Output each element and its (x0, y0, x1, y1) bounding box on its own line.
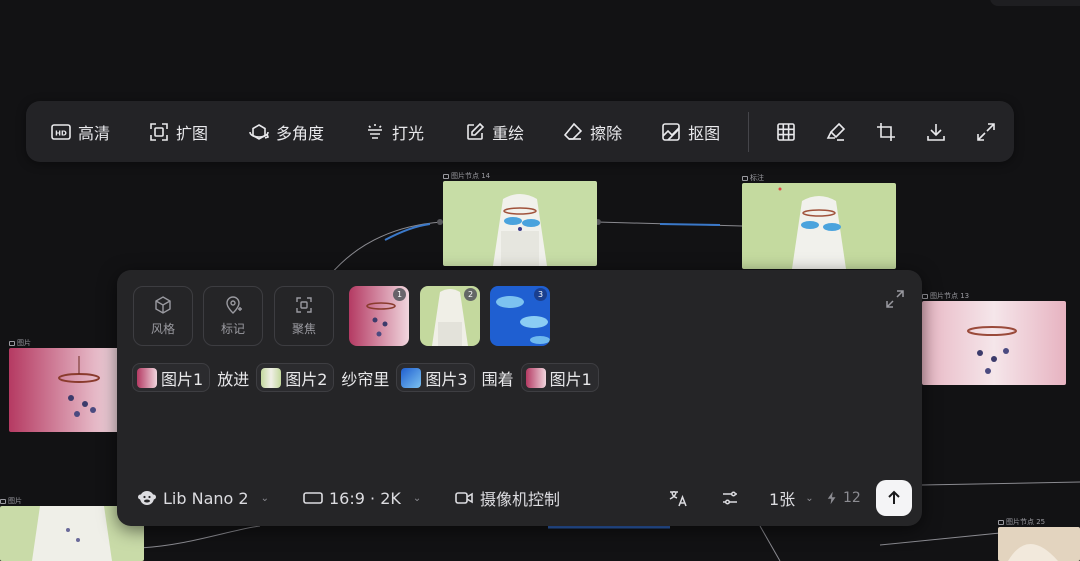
settings-sliders-button[interactable] (720, 480, 740, 516)
reference-image-2[interactable]: 2 (420, 286, 480, 346)
prompt-chip-image1[interactable]: 图片1 (132, 363, 211, 392)
hd-button[interactable]: HD 高清 (50, 112, 110, 152)
fullscreen-button[interactable] (973, 119, 999, 145)
translate-icon (669, 491, 687, 507)
grid-icon (777, 122, 795, 141)
prompt-text: 围着 (481, 369, 514, 389)
chip-thumbnail (401, 367, 422, 388)
node-label-center: 图片节点 14 (443, 171, 490, 181)
aspect-ratio-icon (303, 492, 323, 504)
cutout-button[interactable]: 抠图 (660, 112, 720, 152)
image-icon (443, 173, 449, 179)
expand-frame-icon (150, 122, 168, 141)
image-node-center[interactable] (443, 181, 597, 266)
toolbar-divider (748, 111, 750, 152)
ratio-resolution-selector[interactable]: 16:9 · 2K ⌄ (303, 480, 421, 516)
image-node-right-mid[interactable] (922, 301, 1066, 385)
svg-text:HD: HD (55, 129, 67, 137)
multi-angle-button[interactable]: 多角度 (248, 112, 324, 152)
light-icon (368, 123, 383, 139)
download-icon (927, 123, 945, 141)
crop-button[interactable] (873, 119, 899, 145)
focus-icon (296, 297, 312, 313)
image-icon (9, 340, 15, 346)
camera-icon (455, 492, 473, 504)
credits-cost: 12 (825, 480, 861, 516)
image-icon (922, 293, 928, 299)
outpaint-button[interactable]: 扩图 (148, 112, 208, 152)
sliders-icon (723, 491, 737, 505)
crop-icon (877, 122, 896, 141)
image-node-right[interactable] (742, 183, 896, 269)
image-icon (0, 498, 6, 504)
chip-thumbnail (137, 367, 157, 388)
grid-button[interactable] (773, 119, 799, 145)
download-button[interactable] (923, 119, 949, 145)
node-label-left: 图片 (9, 338, 31, 348)
erase-button[interactable]: 擦除 (562, 112, 622, 152)
top-right-control[interactable] (990, 0, 1080, 6)
cutout-icon (662, 122, 680, 141)
image-toolbar: HD 高清 扩图 多角度 打光 重绘 擦除 抠图 (26, 101, 1014, 162)
chip-thumbnail (261, 367, 282, 388)
node-label-right: 标注 (742, 173, 764, 183)
send-button[interactable] (876, 480, 912, 516)
prompt-chip-image3[interactable]: 图片3 (396, 363, 475, 392)
focus-tool-button[interactable]: 聚焦 (274, 286, 334, 346)
fullscreen-icon (977, 122, 995, 141)
image-node-bottom-right[interactable] (998, 527, 1080, 561)
mark-tool-button[interactable]: 标记 (203, 286, 263, 346)
prompt-panel: 风格 标记 聚焦 1 2 3 图片1 放进 图片2 纱帘里 图片3 围着 图片1… (117, 270, 922, 526)
style-tool-button[interactable]: 风格 (133, 286, 193, 346)
edit-icon (467, 122, 485, 140)
chevron-down-icon: ⌄ (260, 492, 269, 504)
camera-control-button[interactable]: 摄像机控制 (454, 480, 560, 516)
image-count-selector[interactable]: 1张 ⌄ (769, 480, 814, 516)
cube-icon (155, 296, 171, 314)
prompt-text: 纱帘里 (341, 369, 390, 389)
rotate-3d-icon (249, 123, 270, 140)
chip-thumbnail (525, 367, 546, 388)
prompt-text: 放进 (217, 369, 250, 389)
repaint-button[interactable]: 重绘 (464, 112, 524, 152)
expand-panel-icon[interactable] (884, 288, 906, 310)
node-label-bottom-right: 图片节点 25 (998, 517, 1045, 527)
prompt-chip-image1-repeat[interactable]: 图片1 (520, 363, 599, 392)
hd-icon: HD (51, 123, 71, 140)
brush-icon (826, 122, 846, 141)
node-label-right-mid: 图片节点 13 (922, 291, 969, 301)
prompt-editor[interactable]: 图片1 放进 图片2 纱帘里 图片3 围着 图片1 (132, 363, 599, 392)
chevron-down-icon: ⌄ (805, 492, 814, 504)
reference-image-1[interactable]: 1 (349, 286, 409, 346)
prompt-chip-image2[interactable]: 图片2 (256, 363, 335, 392)
monkey-icon (138, 491, 156, 505)
image-icon (998, 519, 1004, 525)
image-node-left[interactable] (9, 348, 119, 432)
translate-button[interactable] (668, 480, 688, 516)
brush-button[interactable] (823, 119, 849, 145)
panel-footer: Lib Nano 2 ⌄ 16:9 · 2K ⌄ 摄像机控制 1张 ⌄ 12 (117, 480, 922, 516)
node-label-bottom-left: 图片 (0, 496, 22, 506)
lightning-icon (827, 491, 836, 505)
reference-badge: 3 (534, 288, 547, 301)
arrow-up-icon (888, 490, 900, 504)
eraser-icon (564, 122, 583, 140)
image-icon (742, 175, 748, 181)
lighting-button[interactable]: 打光 (364, 112, 424, 152)
reference-image-3[interactable]: 3 (490, 286, 550, 346)
pin-icon (226, 296, 242, 314)
model-selector[interactable]: Lib Nano 2 ⌄ (137, 480, 269, 516)
reference-badge: 1 (393, 288, 406, 301)
chevron-down-icon: ⌄ (412, 492, 422, 504)
reference-badge: 2 (464, 288, 477, 301)
